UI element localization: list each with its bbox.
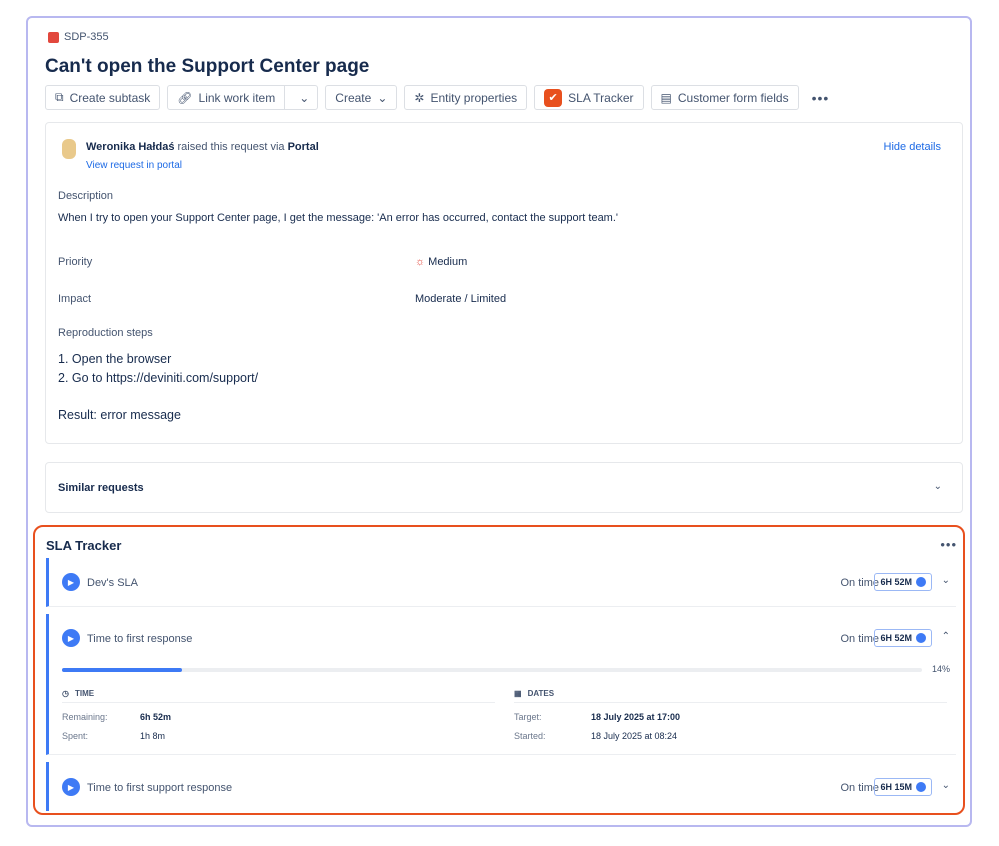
dates-label: DATES (527, 689, 555, 698)
repro-step-2: 2. Go to https://deviniti.com/support/ (58, 371, 259, 385)
reporter[interactable]: Weronika Hałdaś (86, 141, 174, 153)
sla-name: Time to first support response (87, 782, 233, 794)
entity-properties-button[interactable]: ✲ Entity properties (404, 85, 528, 110)
repro-step-1: 1. Open the browser (58, 352, 172, 366)
page-title: Can't open the Support Center page (45, 56, 370, 77)
issue-key-text: SDP-355 (64, 31, 109, 43)
clock-icon (916, 633, 926, 643)
more-icon[interactable]: ••• (812, 90, 830, 106)
chevron-down-icon[interactable]: ⌄ (934, 481, 942, 492)
sla-tracker-button[interactable]: ✔ SLA Tracker (534, 85, 644, 110)
description-text: When I try to open your Support Center p… (58, 212, 619, 224)
spent-value: 1h 8m (140, 731, 166, 741)
sla-status: On time (840, 633, 879, 645)
sla-name: Time to first response (87, 633, 193, 645)
badge-text: 6H 15M (880, 782, 912, 792)
sla-row[interactable]: ▶ Time to first response On time 6H 52M … (46, 614, 956, 755)
play-icon: ▶ (62, 778, 80, 796)
impact-label: Impact (58, 293, 92, 305)
priority-label: Priority (58, 256, 93, 268)
badge-text: 6H 52M (880, 577, 912, 587)
create-button[interactable]: Create ⌄ (325, 85, 398, 110)
issue-key[interactable]: SDP-355 (48, 31, 109, 43)
time-label: TIME (74, 689, 95, 698)
label: Link work item (198, 90, 276, 105)
calendar-icon: ▦ (514, 689, 522, 698)
time-section-header: ◷ TIME (62, 689, 495, 703)
bug-icon: ☼ (415, 256, 426, 268)
sla-tracker-panel: SLA Tracker ••• ▶ Dev's SLA On time 6H 5… (33, 525, 965, 815)
form-icon: ▤ (660, 90, 672, 105)
sla-row[interactable]: ▶ Time to first support response On time… (46, 762, 956, 811)
label: Customer form fields (677, 90, 789, 105)
more-icon[interactable]: ••• (940, 537, 957, 552)
create-subtask-button[interactable]: ⧉ Create subtask (45, 85, 161, 110)
link-icon: 🔗︎ (177, 90, 193, 105)
raised-text: raised this request via (177, 141, 285, 153)
target-label: Target: (514, 712, 542, 722)
chevron-down-icon: ⌄ (377, 90, 388, 105)
dates-section-header: ▦ DATES (514, 689, 947, 703)
progress-fill (62, 668, 183, 672)
priority-value[interactable]: ☼ Medium (415, 256, 467, 268)
sla-progress-bar (62, 668, 922, 672)
sla-status: On time (840, 782, 879, 794)
description-label: Description (58, 190, 114, 202)
sla-tracker-title: SLA Tracker (46, 538, 122, 553)
issue-type-icon (48, 31, 59, 43)
label: Create subtask (69, 90, 151, 105)
clock-icon (916, 577, 926, 587)
sla-name: Dev's SLA (87, 577, 139, 589)
play-icon: ▶ (62, 573, 80, 591)
network-icon: ✲ (414, 90, 425, 105)
repro-result: Result: error message (58, 408, 181, 422)
progress-percent: 14% (931, 664, 950, 674)
spent-label: Spent: (62, 731, 89, 741)
chevron-up-icon[interactable]: ⌃ (942, 631, 950, 642)
priority-text: Medium (428, 256, 468, 268)
sla-time-badge: 6H 15M (874, 778, 932, 796)
remaining-value: 6h 52m (140, 712, 172, 722)
sla-status: On time (840, 577, 879, 589)
similar-requests-panel[interactable]: Similar requests ⌄ (45, 462, 963, 513)
sla-tracker-icon: ✔ (544, 88, 563, 107)
badge-text: 6H 52M (880, 633, 912, 643)
chevron-down-icon[interactable]: ⌄ (942, 780, 950, 791)
subtask-icon: ⧉ (55, 90, 64, 104)
started-value: 18 July 2025 at 08:24 (591, 731, 678, 741)
label: Entity properties (430, 90, 518, 105)
play-icon: ▶ (62, 629, 80, 647)
view-request-link[interactable]: View request in portal (86, 160, 182, 171)
chevron-down-icon[interactable]: ⌄ (942, 575, 950, 586)
label: SLA Tracker (568, 90, 634, 105)
similar-requests-title: Similar requests (58, 482, 144, 494)
started-label: Started: (514, 731, 546, 741)
customer-form-fields-button[interactable]: ▤ Customer form fields (650, 85, 799, 110)
channel: Portal (287, 141, 319, 153)
target-value: 18 July 2025 at 17:00 (591, 712, 681, 722)
repro-label: Reproduction steps (58, 327, 153, 339)
sla-time-badge: 6H 52M (874, 573, 932, 591)
impact-value[interactable]: Moderate / Limited (415, 293, 506, 305)
clock-icon: ◷ (62, 689, 69, 698)
request-details: Weronika Hałdaś raised this request via … (45, 122, 963, 444)
hide-details-link[interactable]: Hide details (884, 141, 941, 153)
raised-line: Weronika Hałdaś raised this request via … (86, 141, 319, 153)
toolbar: ⧉ Create subtask 🔗︎ Link work item ⌄ Create… (45, 85, 829, 110)
avatar (62, 139, 76, 159)
clock-icon (916, 782, 926, 792)
remaining-label: Remaining: (62, 712, 108, 722)
sla-row[interactable]: ▶ Dev's SLA On time 6H 52M ⌄ (46, 558, 956, 607)
chevron-down-icon[interactable]: ⌄ (291, 91, 317, 105)
sla-time-badge: 6H 52M (874, 629, 932, 647)
link-work-item-button[interactable]: 🔗︎ Link work item ⌄ (167, 85, 319, 110)
label: Create (335, 90, 372, 105)
